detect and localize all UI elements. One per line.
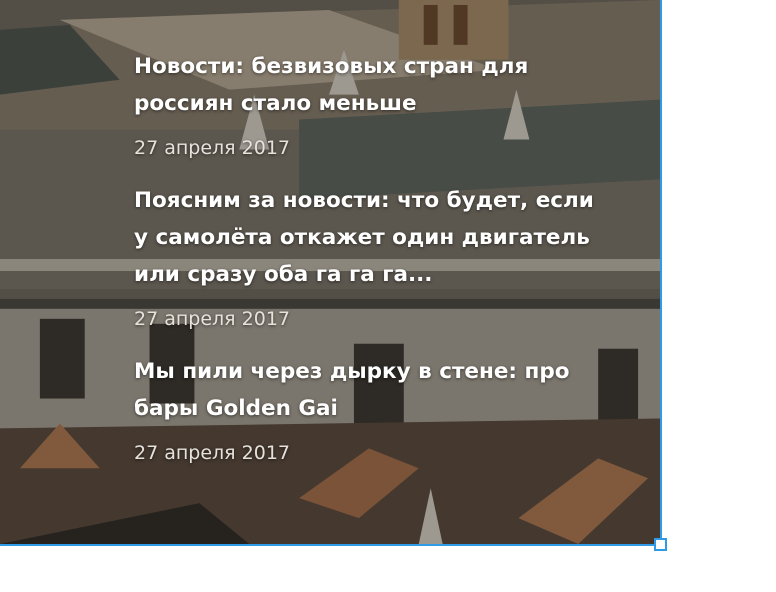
news-item: Мы пили через дырку в стене: про бары Go…	[134, 353, 614, 465]
news-block: Новости: безвизовых стран для россиян ст…	[0, 0, 662, 546]
news-item: Поясним за новости: что будет, если у са…	[134, 182, 614, 331]
news-list: Новости: безвизовых стран для россиян ст…	[134, 48, 614, 465]
news-item-title-link[interactable]: Поясним за новости: что будет, если у са…	[134, 182, 614, 293]
news-item-title-link[interactable]: Мы пили через дырку в стене: про бары Go…	[134, 353, 614, 427]
resize-handle[interactable]	[654, 538, 667, 551]
news-item-date: 27 апреля 2017	[134, 442, 290, 464]
news-item-date: 27 апреля 2017	[134, 308, 290, 330]
news-item-title-link[interactable]: Новости: безвизовых стран для россиян ст…	[134, 48, 614, 122]
news-item-date: 27 апреля 2017	[134, 137, 290, 159]
news-item: Новости: безвизовых стран для россиян ст…	[134, 48, 614, 160]
